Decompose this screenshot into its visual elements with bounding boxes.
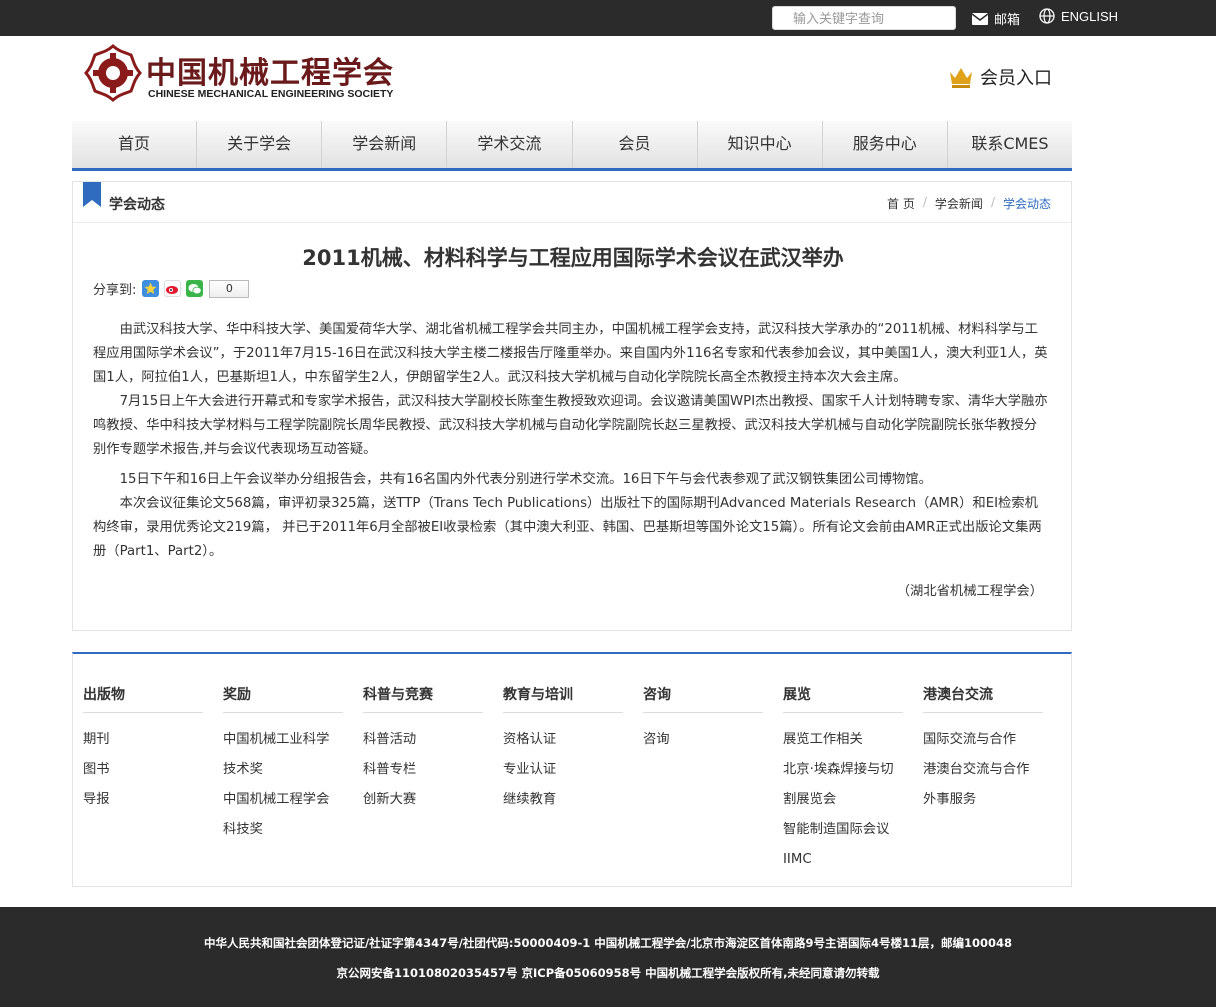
search-input[interactable]: [772, 6, 956, 30]
footer-column-title: 奖励: [223, 684, 343, 713]
footer-link[interactable]: 技术奖: [223, 755, 343, 785]
footer-column-title: 科普与竞赛: [363, 684, 483, 713]
footer-link[interactable]: 科技奖: [223, 815, 343, 845]
footer-column-title: 展览: [783, 684, 903, 713]
footer-column-exchange: 港澳台交流 国际交流与合作 港澳台交流与合作 外事服务: [923, 684, 1043, 815]
footer-column-consulting: 咨询 咨询: [643, 684, 763, 755]
crown-icon: [950, 68, 972, 88]
footer-link[interactable]: 展览工作相关: [783, 725, 903, 755]
nav-item-members[interactable]: 会员: [573, 121, 698, 168]
site-footer: 中华人民共和国社会团体登记证/社证字第4347号/社团代码:50000409-1…: [0, 907, 1216, 1007]
weibo-share-icon[interactable]: [164, 280, 182, 297]
footer-links: 出版物 期刊 图书 导报 奖励 中国机械工业科学 技术奖 中国机械工程学会 科技…: [72, 652, 1072, 887]
wechat-share-icon[interactable]: [186, 280, 204, 297]
footer-column-publications: 出版物 期刊 图书 导报: [83, 684, 203, 815]
share-label: 分享到:: [93, 283, 137, 298]
nav-item-news[interactable]: 学会新闻: [322, 121, 448, 168]
envelope-icon: [972, 12, 988, 25]
nav-item-contact[interactable]: 联系CMES: [948, 121, 1072, 168]
nav-item-about[interactable]: 关于学会: [197, 121, 323, 168]
footer-column-title: 港澳台交流: [923, 684, 1043, 713]
footer-link[interactable]: 专业认证: [503, 755, 623, 785]
footer-link[interactable]: 割展览会: [783, 785, 903, 815]
logo-subtitle: CHINESE MECHANICAL ENGINEERING SOCIETY: [148, 88, 394, 100]
article-paragraph: 15日下午和16日上午会议举办分组报告会，共有16名国内外代表分别进行学术交流。…: [119, 472, 932, 487]
footer-registration-text: 中华人民共和国社会团体登记证/社证字第4347号/社团代码:50000409-1…: [203, 936, 1012, 950]
logo-title: 中国机械工程学会: [146, 56, 394, 91]
footer-link[interactable]: 咨询: [643, 725, 763, 755]
site-logo[interactable]: 中国机械工程学会 CHINESE MECHANICAL ENGINEERING …: [84, 44, 414, 104]
article-paragraph: 7月15日上午大会进行开幕式和专家学术报告，武汉科技大学副校长陈奎生教授致欢迎词…: [93, 394, 1048, 457]
nav-item-home[interactable]: 首页: [72, 121, 198, 168]
mail-link[interactable]: 邮箱: [972, 9, 1020, 28]
member-entry-label: 会员入口: [980, 68, 1052, 89]
breadcrumb-home[interactable]: 首 页: [887, 195, 915, 212]
article-paragraph: 由武汉科技大学、华中科技大学、美国爱荷华大学、湖北省机械工程学会共同主办，中国机…: [93, 322, 1048, 385]
article-body: 由武汉科技大学、华中科技大学、美国爱荷华大学、湖北省机械工程学会共同主办，中国机…: [93, 318, 1049, 564]
footer-link[interactable]: 导报: [83, 785, 203, 815]
globe-icon: [1039, 8, 1055, 24]
article-paragraph: 本次会议征集论文568篇，审评初录325篇，送TTP（Trans Tech Pu…: [93, 496, 1042, 559]
footer-column-title: 教育与培训: [503, 684, 623, 713]
footer-link[interactable]: 继续教育: [503, 785, 623, 815]
article-panel: 学会动态 首 页 / 学会新闻 / 学会动态 2011机械、材料科学与工程应用国…: [72, 181, 1072, 631]
qzone-share-icon[interactable]: [142, 280, 160, 297]
footer-link[interactable]: 期刊: [83, 725, 203, 755]
footer-link[interactable]: 科普活动: [363, 725, 483, 755]
mail-label: 邮箱: [994, 13, 1021, 28]
main-nav: 首页 关于学会 学会新闻 学术交流 会员 知识中心 服务中心 联系CMES: [72, 121, 1072, 171]
breadcrumb-current[interactable]: 学会动态: [1003, 195, 1051, 212]
breadcrumb: 首 页 / 学会新闻 / 学会动态: [887, 195, 1051, 212]
nav-item-knowledge[interactable]: 知识中心: [698, 121, 823, 168]
footer-link[interactable]: IIMC: [783, 845, 903, 875]
footer-link[interactable]: 创新大赛: [363, 785, 483, 815]
top-bar: 邮箱 ENGLISH: [0, 0, 1216, 36]
language-label: ENGLISH: [1061, 8, 1119, 24]
footer-copyright-text: 京公网安备11010802035457号 京ICP备05060958号 中国机械…: [336, 966, 880, 980]
footer-link[interactable]: 国际交流与合作: [923, 725, 1043, 755]
nav-item-academic[interactable]: 学术交流: [447, 121, 573, 168]
section-title: 学会动态: [109, 197, 165, 213]
footer-column-title: 咨询: [643, 684, 763, 713]
footer-column-education: 教育与培训 资格认证 专业认证 继续教育: [503, 684, 623, 815]
article-title: 2011机械、材料科学与工程应用国际学术会议在武汉举办: [302, 246, 844, 270]
footer-column-science: 科普与竞赛 科普活动 科普专栏 创新大赛: [363, 684, 483, 815]
footer-link[interactable]: 外事服务: [923, 785, 1043, 815]
footer-link[interactable]: 中国机械工程学会: [223, 785, 343, 815]
share-bar: 分享到: 0: [93, 279, 250, 298]
language-switch[interactable]: ENGLISH: [1039, 8, 1118, 24]
gear-emblem-icon: [84, 44, 142, 102]
divider: [73, 222, 1071, 223]
footer-link[interactable]: 科普专栏: [363, 755, 483, 785]
footer-column-exhibitions: 展览 展览工作相关 北京·埃森焊接与切 割展览会 智能制造国际会议 IIMC: [783, 684, 903, 875]
share-count: 0: [209, 279, 250, 298]
footer-link[interactable]: 图书: [83, 755, 203, 785]
footer-column-awards: 奖励 中国机械工业科学 技术奖 中国机械工程学会 科技奖: [223, 684, 343, 845]
breadcrumb-news[interactable]: 学会新闻: [935, 195, 983, 212]
footer-link[interactable]: 智能制造国际会议: [783, 815, 903, 845]
bookmark-icon: [83, 182, 101, 207]
footer-link[interactable]: 北京·埃森焊接与切: [783, 755, 903, 785]
article-signature: （湖北省机械工程学会）: [896, 584, 1043, 599]
footer-link[interactable]: 中国机械工业科学: [223, 725, 343, 755]
footer-column-title: 出版物: [83, 684, 203, 713]
member-entry-link[interactable]: 会员入口: [948, 64, 1052, 90]
nav-item-services[interactable]: 服务中心: [823, 121, 948, 168]
footer-link[interactable]: 资格认证: [503, 725, 623, 755]
footer-link[interactable]: 港澳台交流与合作: [923, 755, 1043, 785]
breadcrumb-separator: /: [990, 195, 995, 209]
breadcrumb-separator: /: [922, 195, 927, 209]
